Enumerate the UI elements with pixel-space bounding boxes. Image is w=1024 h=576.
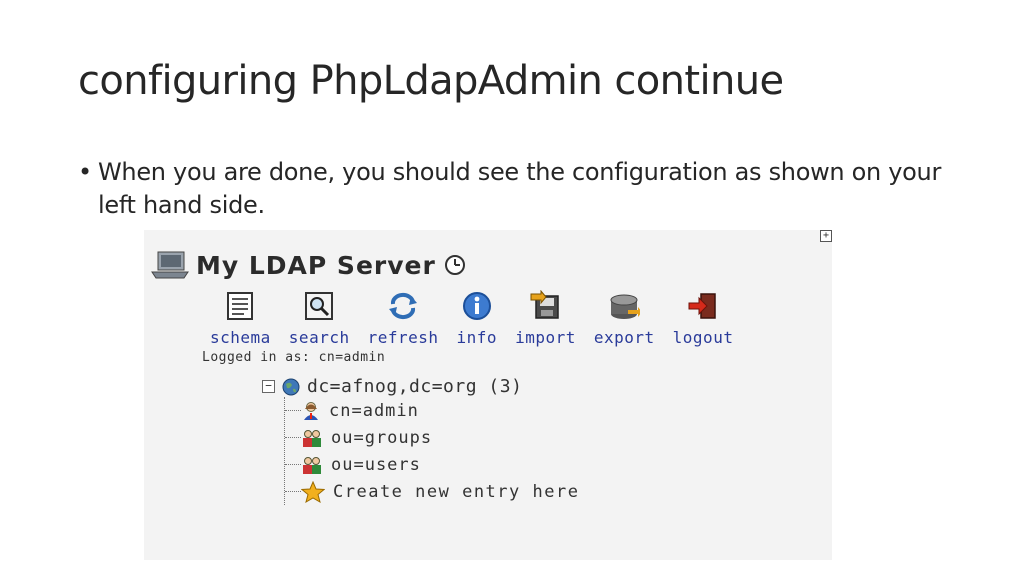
schema-button[interactable]: schema [210,290,271,347]
export-icon [610,294,641,319]
server-name[interactable]: My LDAP Server [196,251,436,280]
expand-icon[interactable]: + [820,230,832,242]
import-label: import [515,328,576,347]
create-entry-item[interactable]: Create new entry here [285,478,579,505]
tree-item-label[interactable]: ou=users [331,455,421,475]
refresh-icon [389,293,418,319]
clock-icon [444,255,465,275]
logged-in-status: Logged in as: cn=admin [202,350,386,365]
tree-item-admin[interactable]: cn=admin [285,397,579,424]
globe-icon [282,378,300,395]
ldap-tree: − dc=afnog,dc=org (3) cn=admin ou=groups… [262,376,579,505]
tree-item-users[interactable]: ou=users [285,451,579,478]
export-label: export [593,328,655,347]
logout-icon [688,293,716,319]
import-icon [530,290,560,319]
user-icon [304,401,318,420]
export-button[interactable]: export [594,290,655,347]
tree-root[interactable]: − dc=afnog,dc=org (3) [262,376,579,397]
schema-icon [227,292,254,320]
tree-item-label[interactable]: cn=admin [329,401,419,421]
info-label: info [456,328,498,347]
search-label: search [288,328,350,347]
tree-item-label[interactable]: ou=groups [331,428,432,448]
tree-children: cn=admin ou=groups ou=users Create new e… [284,397,579,505]
star-icon [301,480,325,503]
refresh-label: refresh [367,328,439,347]
logout-button[interactable]: logout [673,290,734,347]
bullet-item: • When you are done, you should see the … [78,156,958,222]
tree-item-groups[interactable]: ou=groups [285,424,579,451]
slide-title: configuring PhpLdapAdmin continue [78,58,784,104]
info-button[interactable]: info [457,290,498,347]
tree-root-label[interactable]: dc=afnog,dc=org (3) [307,376,522,397]
collapse-toggle-icon[interactable]: − [262,380,275,393]
ldap-panel-screenshot: + My LDAP Server schema search refresh i… [144,230,832,560]
toolbar: schema search refresh info import export… [210,290,733,347]
schema-label: schema [210,328,271,347]
bullet-text: When you are done, you should see the co… [98,158,942,219]
logout-label: logout [672,328,734,347]
server-header: My LDAP Server [150,250,466,280]
server-icon [151,251,189,279]
search-icon [305,292,334,320]
search-button[interactable]: search [289,290,350,347]
info-icon [462,292,491,320]
bullet-dot: • [78,158,92,186]
refresh-button[interactable]: refresh [368,290,439,347]
import-button[interactable]: import [515,290,576,347]
create-entry-label[interactable]: Create new entry here [333,482,579,502]
group-icon [303,429,321,447]
group-icon [303,456,321,474]
